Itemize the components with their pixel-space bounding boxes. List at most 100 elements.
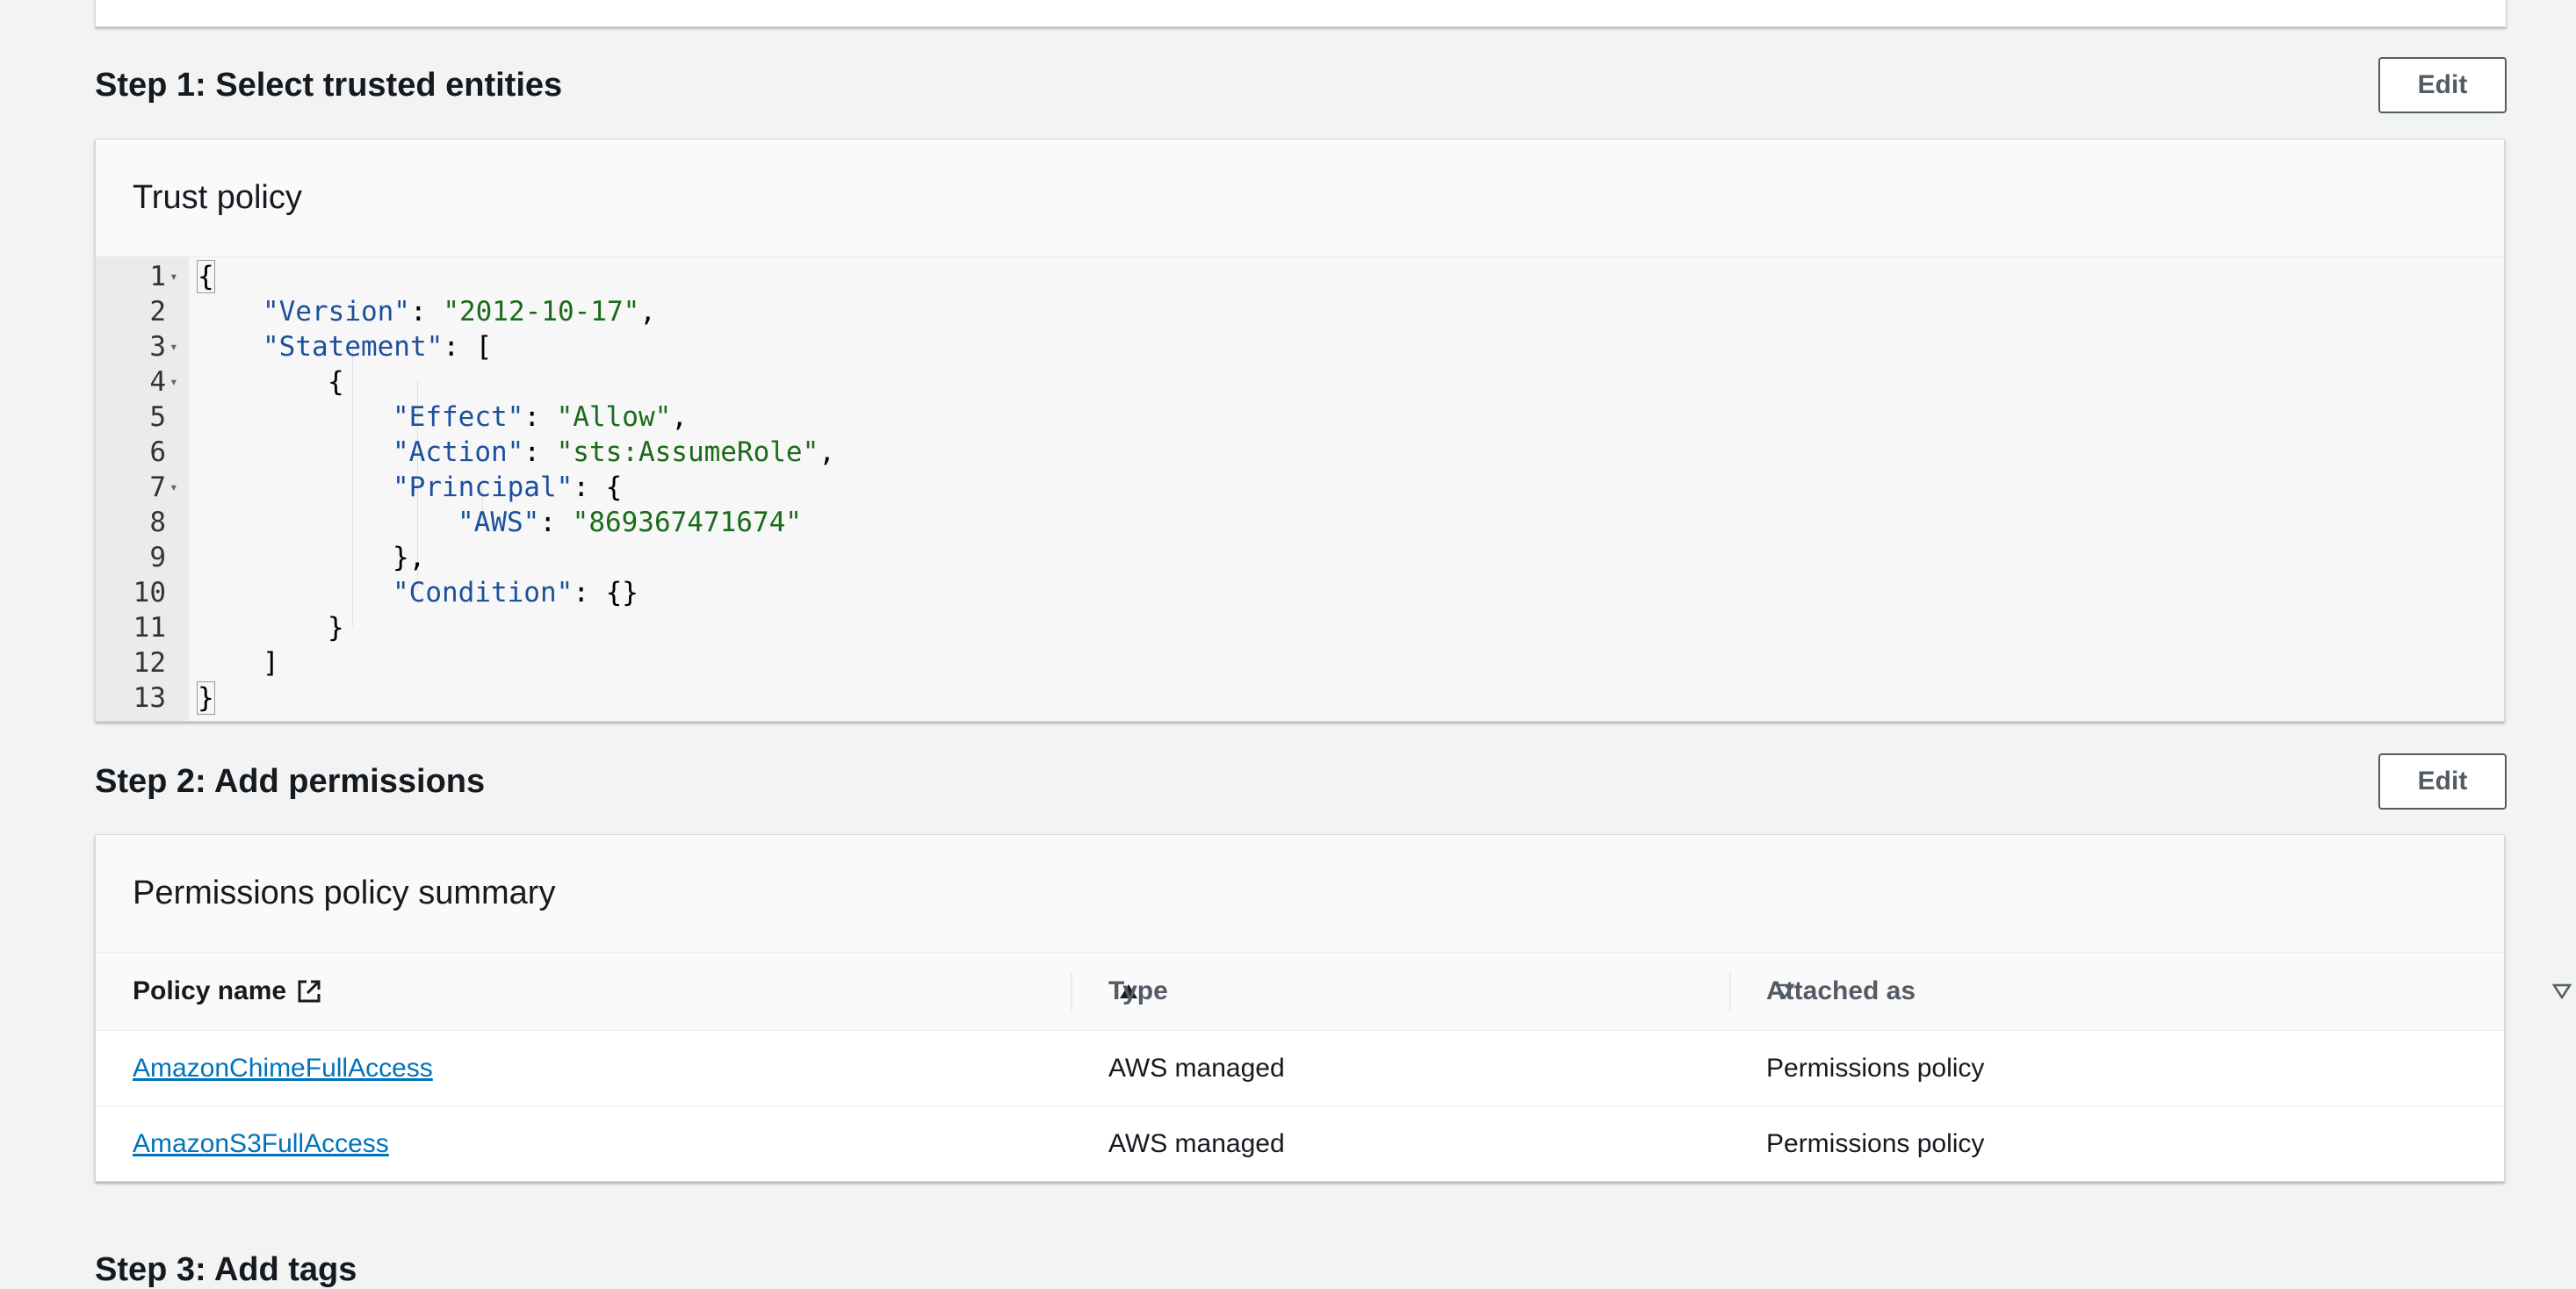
json-key: "AWS" [458,507,540,538]
trust-policy-code-editor[interactable]: 1 ▾{2 "Version": "2012-10-17", 3 ▾ "Statement… [96,257,2504,721]
code-text: { [328,364,344,400]
step3-title: Step 3: Add tags [95,1251,357,1288]
json-punct: : [523,436,557,468]
code-line: 10 "Condition": {} [96,575,2504,610]
fold-caret-icon[interactable]: ▾ [170,470,182,505]
policy-link[interactable]: AmazonS3FullAccess [133,1129,389,1159]
json-punct: } [197,681,215,715]
line-number: 13 [133,682,166,714]
line-number: 12 [133,647,166,679]
code-text: } [197,681,215,716]
json-punct: , [819,436,835,468]
permissions-summary-card: Permissions policy summary Policy name T… [95,834,2572,1182]
code-text: }, [393,540,425,575]
line-number: 11 [133,612,166,644]
trust-policy-title: Trust policy [96,140,2504,257]
code-line: 7 ▾ "Principal": { [96,470,2504,505]
column-label: Type [1108,976,1168,1005]
json-punct: , [639,296,656,328]
json-value: "Allow" [556,401,672,433]
table-row: AmazonChimeFullAccess AWS managed Permis… [96,1031,2504,1106]
fold-caret-icon[interactable]: ▾ [170,259,182,294]
trust-policy-card: Trust policy 1 ▾{2 "Version": "2012-10-17"… [95,139,2505,722]
code-line: 3 ▾ "Statement": [ [96,329,2504,364]
code-text: "AWS": "869367471674" [458,505,802,540]
policy-attached-as: Permissions policy [1766,1128,1985,1158]
json-punct: : [409,296,444,328]
json-punct: : [523,401,557,433]
column-attached-as[interactable]: Attached as [1766,953,1916,1030]
external-link-icon [295,977,323,1005]
line-number: 10 [133,577,166,608]
json-punct: ] [263,647,279,679]
json-value: "sts:AssumeRole" [556,436,819,468]
code-text: "Version": "2012-10-17", [263,294,656,329]
code-line: 9}, [96,540,2504,575]
line-number: 1 [149,261,166,292]
fold-caret-icon[interactable]: ▾ [170,364,182,400]
json-key: "Effect" [393,401,524,433]
step1-edit-button[interactable]: Edit [2378,57,2507,113]
json-value: "869367471674" [572,507,802,538]
code-text: } [328,610,344,645]
code-line: 13} [96,681,2504,716]
line-number: 3 [149,331,166,363]
code-line: 8 "AWS": "869367471674" [96,505,2504,540]
policy-type: AWS managed [1108,1128,1285,1158]
permissions-table-header: Policy name Type Attached as [96,953,2572,1031]
json-punct: : [539,507,573,538]
column-divider[interactable] [1071,972,1072,1011]
code-text: "Principal": { [393,470,622,505]
code-line: 6 "Action": "sts:AssumeRole", [96,435,2504,470]
line-number: 2 [149,296,166,328]
step1-title: Step 1: Select trusted entities [95,66,563,104]
fold-caret-icon[interactable]: ▾ [170,329,182,364]
line-number: 9 [149,542,166,573]
code-line: 11} [96,610,2504,645]
json-punct: } [328,612,344,644]
code-text: "Effect": "Allow", [393,400,688,435]
json-punct: : { [573,472,623,503]
json-key: "Condition" [393,577,574,608]
json-punct: { [197,260,215,293]
code-text: ] [263,645,279,681]
code-text: "Statement": [ [263,329,492,364]
code-text: "Condition": {} [393,575,639,610]
step2-title: Step 2: Add permissions [95,762,486,800]
code-line: 5 "Effect": "Allow", [96,400,2504,435]
column-divider[interactable] [1729,972,1731,1011]
json-key: "Statement" [263,331,444,363]
column-type[interactable]: Type [1108,953,1168,1030]
column-policy-name[interactable]: Policy name [133,953,323,1030]
step2-edit-button[interactable]: Edit [2378,753,2507,810]
policy-type: AWS managed [1108,1053,1285,1083]
step2-header: Step 2: Add permissions Edit [95,751,2507,812]
step1-header: Step 1: Select trusted entities Edit [95,54,2507,116]
line-number: 5 [149,401,166,433]
sort-unsorted-icon[interactable] [2552,953,2572,1030]
line-number: 8 [149,507,166,538]
json-key: "Principal" [393,472,574,503]
json-key: "Version" [263,296,410,328]
json-key: "Action" [393,436,524,468]
json-punct: }, [393,542,426,573]
json-value: "2012-10-17" [443,296,640,328]
permissions-summary-title: Permissions policy summary [96,835,2504,953]
previous-section-card [95,0,2507,27]
code-text: "Action": "sts:AssumeRole", [393,435,835,470]
json-punct: : {} [573,577,639,608]
line-number: 4 [149,366,166,398]
line-number: 7 [149,472,166,503]
policy-attached-as: Permissions policy [1766,1053,1985,1083]
code-line: 4 ▾ { [96,364,2504,400]
json-punct: { [328,366,344,398]
code-text: { [197,259,215,294]
code-line: 12] [96,645,2504,681]
code-line: 1 ▾ { [96,259,2504,294]
policy-link[interactable]: AmazonChimeFullAccess [133,1054,433,1084]
column-label: Attached as [1766,976,1916,1005]
json-punct: : [ [443,331,493,363]
line-number: 6 [149,436,166,468]
json-punct: , [671,401,688,433]
code-line: 2 "Version": "2012-10-17", [96,294,2504,329]
